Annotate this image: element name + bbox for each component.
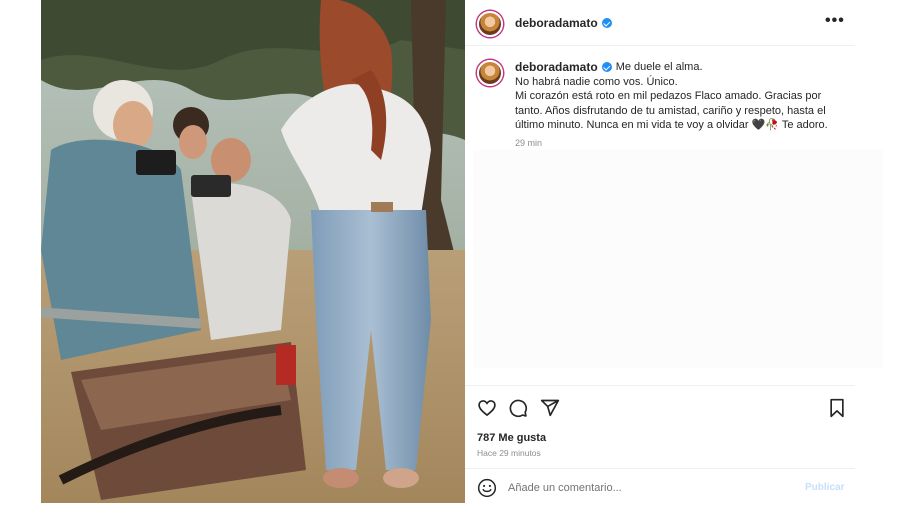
smile-icon[interactable] bbox=[477, 478, 497, 503]
caption-avatar[interactable] bbox=[477, 60, 503, 86]
share-icon[interactable] bbox=[540, 398, 560, 418]
comment-bar: Publicar bbox=[465, 468, 855, 505]
header-user: deboradamato bbox=[515, 16, 612, 30]
photo-illustration bbox=[41, 0, 465, 503]
comments-area bbox=[473, 150, 883, 368]
username-link[interactable]: deboradamato bbox=[515, 16, 598, 30]
caption-line-2: No habrá nadie como vos. Único. bbox=[515, 75, 678, 88]
verified-badge-icon bbox=[601, 18, 612, 28]
comment-icon[interactable] bbox=[508, 398, 528, 418]
comment-input[interactable] bbox=[508, 479, 788, 497]
more-options-icon[interactable]: ••• bbox=[825, 12, 845, 30]
post-caption: deboradamato Me duele el alma. No habrá … bbox=[515, 60, 850, 133]
caption-line-3: Mi corazón está roto en mil pedazos Flac… bbox=[515, 90, 828, 131]
post-age[interactable]: Hace 29 minutos bbox=[477, 448, 541, 458]
caption-timestamp[interactable]: 29 min bbox=[515, 138, 542, 148]
post-header: deboradamato ••• bbox=[465, 0, 855, 46]
verified-badge-icon bbox=[601, 62, 612, 73]
caption-username-link[interactable]: deboradamato bbox=[515, 60, 598, 75]
bookmark-icon[interactable] bbox=[828, 398, 846, 418]
publish-button[interactable]: Publicar bbox=[805, 482, 844, 493]
post-panel: deboradamato ••• deboradamato Me duele e… bbox=[465, 0, 883, 505]
heart-icon[interactable] bbox=[477, 398, 497, 418]
avatar[interactable] bbox=[477, 11, 503, 37]
post-photo[interactable] bbox=[41, 0, 465, 503]
likes-count[interactable]: 787 Me gusta bbox=[477, 432, 546, 444]
caption-line-1: Me duele el alma. bbox=[615, 61, 703, 73]
